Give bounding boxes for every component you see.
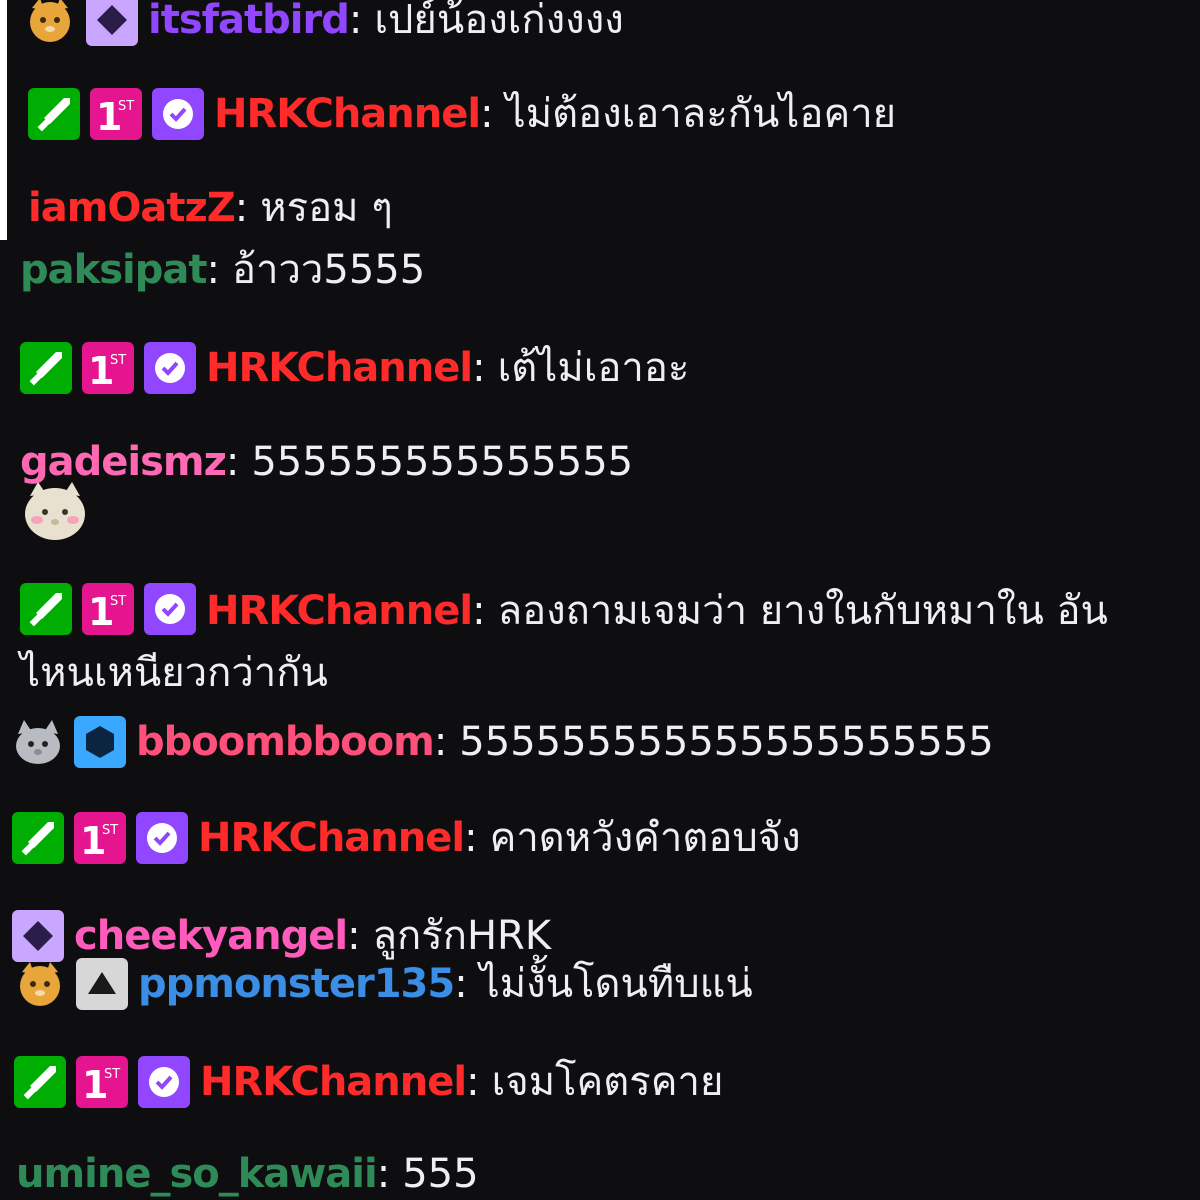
- chat-text: 555: [402, 1151, 479, 1197]
- svg-text:ST: ST: [110, 594, 126, 609]
- chat-message: 1 ST HRKChannel : ไม่ต้องเอาละกันไอคาย: [28, 88, 896, 140]
- separator: :: [454, 961, 468, 1007]
- chat-username[interactable]: paksipat: [20, 246, 207, 294]
- chat-username[interactable]: HRKChannel: [206, 588, 473, 634]
- chat-message: umine_so_kawaii : 555: [16, 1150, 479, 1198]
- white-edge-strip: [0, 0, 7, 240]
- chat-username[interactable]: umine_so_kawaii: [16, 1150, 378, 1198]
- chat-username[interactable]: itsfatbird: [148, 0, 350, 44]
- chat-text: ลูกรักHRK: [372, 913, 552, 959]
- svg-text:ST: ST: [104, 1067, 120, 1082]
- chat-username[interactable]: cheekyangel: [74, 912, 348, 960]
- chat-text: คาดหวังคำตอบจัง: [489, 815, 801, 861]
- first-place-icon[interactable]: 1 ST: [76, 1056, 128, 1108]
- chat-message: 1 ST HRKChannel : คาดหวังคำตอบจัง: [12, 812, 801, 864]
- chat-text: ไม่ต้องเอาละกันไอคาย: [505, 91, 897, 137]
- first-place-icon[interactable]: 1 ST: [74, 812, 126, 864]
- chat-message: gadeismz : 555555555555555: [20, 438, 633, 486]
- chat-panel: itsfatbird : เปย์น้องเก่งงงง 1 ST HRKChan…: [0, 0, 1200, 1200]
- separator: :: [225, 439, 240, 485]
- cat-face-icon[interactable]: [24, 0, 76, 46]
- verified-icon[interactable]: [138, 1056, 190, 1108]
- sub-triangle-icon[interactable]: [76, 958, 128, 1010]
- verified-icon[interactable]: [152, 88, 204, 140]
- separator: :: [348, 0, 363, 43]
- svg-text:ST: ST: [102, 823, 118, 838]
- separator: :: [347, 913, 361, 959]
- chat-username[interactable]: HRKChannel: [214, 90, 481, 138]
- chat-text: 555555555555555555555: [459, 719, 994, 765]
- grey-cat-face-icon[interactable]: [12, 716, 64, 768]
- first-place-icon[interactable]: 1 ST: [82, 583, 134, 635]
- chat-message: 1 ST HRKChannel: ลองถามเจมว่า ยางในกับหมาใ…: [20, 580, 1180, 704]
- chat-text: หรอม ๆ: [260, 185, 393, 231]
- chat-username[interactable]: gadeismz: [20, 438, 227, 486]
- chat-message: itsfatbird : เปย์น้องเก่งงงง: [24, 0, 624, 46]
- chat-username[interactable]: HRKChannel: [200, 1058, 467, 1106]
- chat-message: bboombboom : 555555555555555555555: [12, 716, 994, 768]
- separator: :: [376, 1151, 391, 1197]
- prime-icon[interactable]: [12, 910, 64, 962]
- chat-message: paksipat : อ้าวว5555: [20, 246, 425, 294]
- separator: :: [234, 185, 249, 231]
- chat-message: 1 ST HRKChannel : เต้ไม่เอาอะ: [20, 342, 689, 394]
- moderator-sword-icon[interactable]: [20, 342, 72, 394]
- separator: :: [464, 815, 478, 861]
- separator: :: [472, 345, 486, 391]
- svg-text:ST: ST: [110, 353, 126, 368]
- chat-message: ppmonster135 : ไม่งั้นโดนทืบแน่: [14, 958, 753, 1010]
- first-place-icon[interactable]: 1 ST: [90, 88, 142, 140]
- chat-message: iamOatzZ : หรอม ๆ: [28, 184, 393, 232]
- chat-username[interactable]: HRKChannel: [206, 344, 473, 392]
- separator: :: [433, 719, 448, 765]
- chat-text: เจมโคตรคาย: [491, 1059, 724, 1105]
- first-place-icon[interactable]: 1 ST: [82, 342, 134, 394]
- chat-message: 1 ST HRKChannel : เจมโคตรคาย: [14, 1056, 723, 1108]
- separator: :: [206, 247, 220, 293]
- moderator-sword-icon[interactable]: [28, 88, 80, 140]
- prime-icon[interactable]: [86, 0, 138, 46]
- sub-hexagon-icon[interactable]: [74, 716, 126, 768]
- moderator-sword-icon[interactable]: [20, 583, 72, 635]
- chat-text: 555555555555555: [251, 439, 634, 485]
- separator: :: [472, 588, 486, 634]
- cat-face-icon[interactable]: [14, 958, 66, 1010]
- blushing-cat-emote-icon[interactable]: [22, 480, 88, 542]
- moderator-sword-icon[interactable]: [12, 812, 64, 864]
- moderator-sword-icon[interactable]: [14, 1056, 66, 1108]
- chat-username[interactable]: iamOatzZ: [28, 184, 236, 232]
- verified-icon[interactable]: [144, 583, 196, 635]
- verified-icon[interactable]: [136, 812, 188, 864]
- chat-text: เต้ไม่เอาอะ: [497, 345, 690, 391]
- verified-icon[interactable]: [144, 342, 196, 394]
- separator: :: [480, 91, 494, 137]
- chat-text: เปย์น้องเก่งงงง: [374, 0, 624, 43]
- svg-text:ST: ST: [118, 99, 134, 114]
- chat-message: cheekyangel : ลูกรักHRK: [12, 910, 551, 962]
- chat-username[interactable]: bboombboom: [136, 718, 435, 766]
- chat-username[interactable]: ppmonster135: [138, 960, 455, 1008]
- chat-text: ไม่งั้นโดนทืบแน่: [479, 961, 753, 1007]
- chat-text: อ้าวว5555: [231, 247, 426, 293]
- separator: :: [466, 1059, 480, 1105]
- chat-username[interactable]: HRKChannel: [198, 814, 465, 862]
